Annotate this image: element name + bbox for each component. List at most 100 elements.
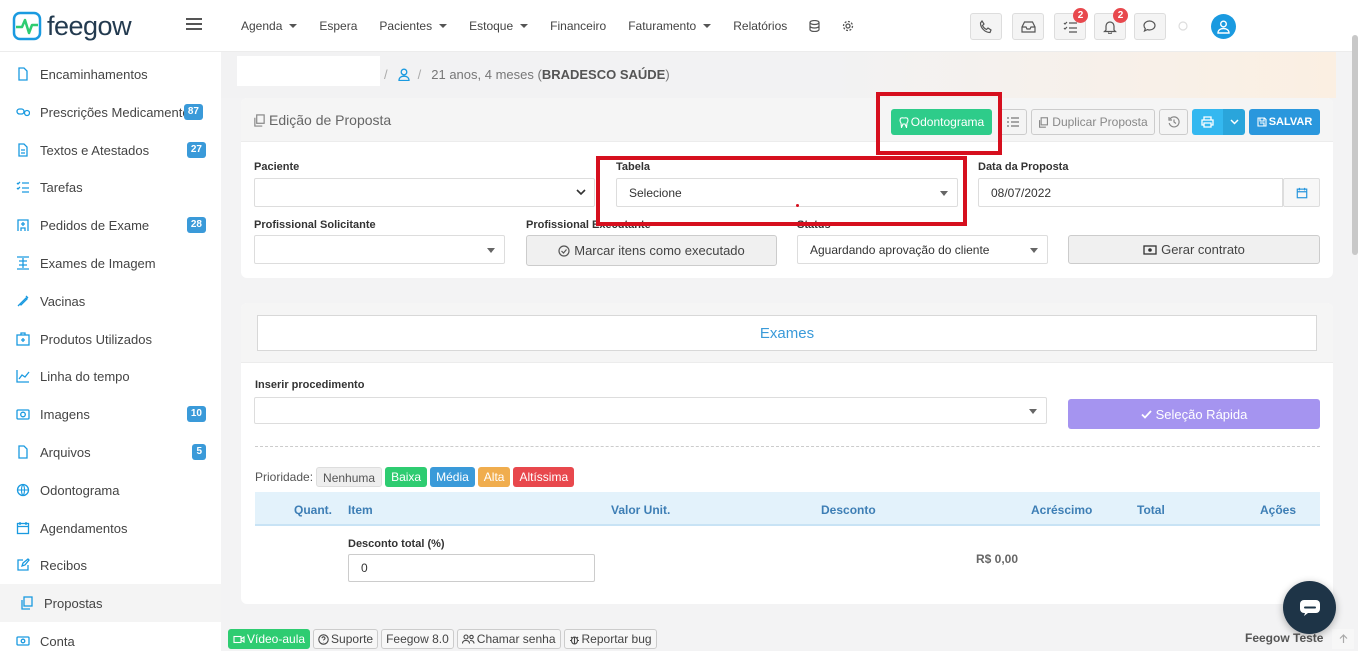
duplicar-label: Duplicar Proposta: [1052, 115, 1148, 129]
suporte-button[interactable]: Suporte: [313, 629, 379, 649]
nav-database[interactable]: [809, 20, 820, 32]
notifications-button[interactable]: 2: [1094, 8, 1128, 40]
sidebar-item-propostas[interactable]: Propostas: [0, 584, 221, 622]
suporte-label: Suporte: [331, 632, 374, 646]
list-icon: [1007, 117, 1019, 127]
paciente-select[interactable]: [254, 178, 595, 207]
list-button[interactable]: [999, 109, 1027, 135]
data-proposta-value: 08/07/2022: [991, 185, 1052, 200]
desconto-total-input[interactable]: 0: [348, 554, 595, 582]
patient-age: 21 anos, 4 meses (: [431, 67, 542, 82]
copy-icon: [254, 113, 265, 127]
phone-button[interactable]: [970, 13, 1002, 40]
sidebar-item-conta[interactable]: Conta: [0, 622, 221, 651]
nav-relatorios[interactable]: Relatórios: [733, 19, 787, 33]
tasks-button[interactable]: 2: [1054, 8, 1088, 40]
highlight-odontograma: [876, 92, 1002, 155]
sidebar-item-linha-tempo[interactable]: Linha do tempo: [0, 357, 221, 395]
user-icon: [397, 68, 410, 81]
history-button[interactable]: [1159, 109, 1188, 135]
count-badge: 27: [186, 142, 206, 158]
sidebar-item-label: Vacinas: [40, 293, 86, 309]
nav-espera[interactable]: Espera: [319, 19, 357, 33]
sidebar-item-pedidos-exame[interactable]: Pedidos de Exame 28: [0, 206, 221, 244]
nav-faturamento[interactable]: Faturamento: [628, 19, 712, 33]
globe-icon: [16, 483, 30, 497]
reportar-bug-button[interactable]: Reportar bug: [563, 629, 657, 649]
tasks-icon: [16, 181, 29, 193]
sidebar-item-label: Tarefas: [40, 179, 83, 195]
items-table-header: Quant. Item Valor Unit. Desconto Acrésci…: [255, 492, 1320, 526]
chat-button[interactable]: [1134, 13, 1166, 40]
print-button[interactable]: [1192, 109, 1223, 135]
chat-widget-button[interactable]: [1283, 581, 1336, 634]
copy-icon: [21, 596, 33, 610]
save-button[interactable]: SALVAR: [1249, 109, 1320, 135]
sidebar-item-textos[interactable]: Textos e Atestados 27: [0, 131, 221, 169]
prof-solicitante-select[interactable]: [254, 235, 505, 264]
sidebar-item-prescricoes[interactable]: Prescrições Medicamentos 87: [0, 93, 221, 131]
question-icon: [318, 633, 329, 645]
chamar-senha-button[interactable]: Chamar senha: [456, 629, 561, 649]
money-icon: [16, 636, 30, 646]
gerar-contrato-button[interactable]: Gerar contrato: [1068, 235, 1320, 264]
logo[interactable]: feegow: [12, 11, 132, 41]
sidebar-item-produtos[interactable]: Produtos Utilizados: [0, 320, 221, 358]
prof-solicitante-label: Profissional Solicitante: [254, 219, 376, 231]
sidebar-item-agendamentos[interactable]: Agendamentos: [0, 509, 221, 547]
sidebar-item-odontograma[interactable]: Odontograma: [0, 471, 221, 509]
tab-exames[interactable]: Exames: [257, 315, 1317, 351]
menu-toggle-icon[interactable]: [186, 17, 202, 31]
data-proposta-input[interactable]: 08/07/2022: [978, 178, 1283, 207]
xray-icon: [17, 256, 29, 270]
camera-icon: [16, 409, 30, 420]
page-scrollbar[interactable]: [1352, 35, 1358, 255]
duplicar-proposta-button[interactable]: Duplicar Proposta: [1031, 109, 1155, 135]
sidebar-item-imagens[interactable]: Imagens 10: [0, 395, 221, 433]
marcar-executado-button[interactable]: Marcar itens como executado: [526, 235, 777, 266]
print-dropdown-button[interactable]: [1223, 109, 1245, 135]
caret-down-icon: [289, 24, 298, 28]
priority-nenhuma[interactable]: Nenhuma: [316, 467, 383, 487]
nav-estoque[interactable]: Estoque: [469, 19, 529, 33]
inbox-button[interactable]: [1012, 13, 1044, 40]
nav-financeiro[interactable]: Financeiro: [550, 19, 606, 33]
exames-tab-header: Exames: [241, 303, 1333, 363]
proposal-card-header: Edição de Proposta Odontograma Duplicar …: [241, 98, 1333, 142]
proposal-title: Edição de Proposta: [253, 112, 391, 128]
check-icon: [1140, 409, 1152, 419]
chart-line-icon: [16, 370, 30, 383]
caret-down-icon: [520, 24, 529, 28]
priority-baixa[interactable]: Baixa: [385, 467, 428, 487]
sidebar-item-label: Agendamentos: [40, 520, 128, 536]
priority-alta[interactable]: Alta: [477, 467, 511, 487]
check-circle-icon: [558, 244, 570, 257]
sidebar-item-label: Conta: [40, 633, 75, 649]
priority-media[interactable]: Média: [430, 467, 475, 487]
bell-icon: [1103, 20, 1117, 34]
video-label: Vídeo-aula: [247, 632, 306, 646]
video-aula-button[interactable]: Vídeo-aula: [228, 629, 311, 649]
version-chip: Feegow 8.0: [381, 629, 454, 649]
sidebar-item-encaminhamentos[interactable]: Encaminhamentos: [0, 55, 221, 93]
sidebar-item-vacinas[interactable]: Vacinas: [0, 282, 221, 320]
status-select[interactable]: Aguardando aprovação do cliente: [797, 235, 1048, 264]
nav-settings[interactable]: [842, 20, 854, 32]
user-avatar[interactable]: [1211, 14, 1236, 39]
sidebar-item-arquivos[interactable]: Arquivos 5: [0, 433, 221, 471]
history-icon: [1167, 116, 1180, 128]
caret-down-icon: [439, 24, 448, 28]
priority-altissima[interactable]: Altíssima: [513, 467, 575, 487]
selecao-rapida-button[interactable]: Seleção Rápida: [1068, 399, 1320, 429]
sidebar: Encaminhamentos Prescrições Medicamentos…: [0, 52, 221, 651]
nav-agenda[interactable]: Agenda: [241, 19, 298, 33]
nav-pacientes[interactable]: Pacientes: [379, 19, 448, 33]
inbox-icon: [1020, 21, 1036, 33]
sidebar-item-tarefas[interactable]: Tarefas: [0, 168, 221, 206]
sidebar-item-label: Encaminhamentos: [40, 66, 148, 82]
sidebar-item-exames-imagem[interactable]: Exames de Imagem: [0, 244, 221, 282]
sidebar-item-recibos[interactable]: Recibos: [0, 546, 221, 584]
inserir-procedimento-select[interactable]: [254, 397, 1047, 424]
date-picker-button[interactable]: [1283, 178, 1320, 207]
scroll-top-button[interactable]: [1332, 629, 1354, 649]
